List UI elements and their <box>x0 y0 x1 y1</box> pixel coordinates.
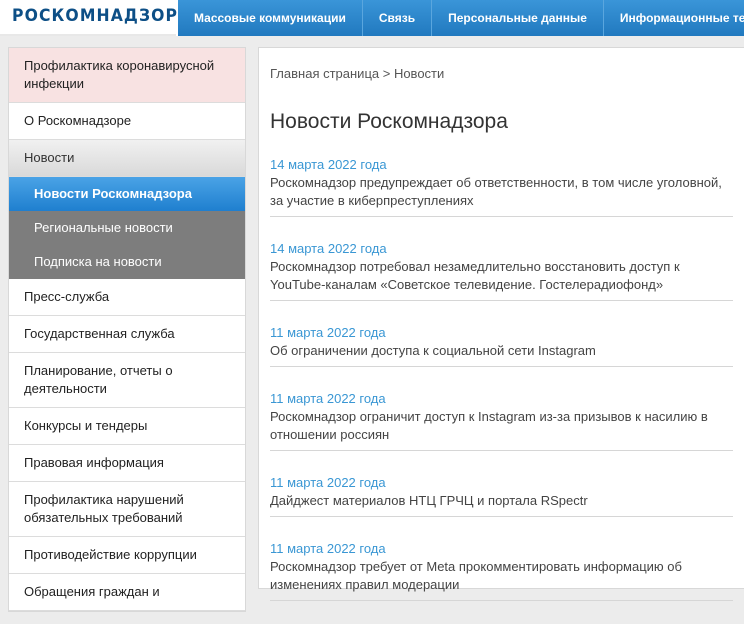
sidebar-subitem-regional-news[interactable]: Региональные новости <box>9 211 245 245</box>
news-item: 11 марта 2022 года Роскомнадзор ограничи… <box>270 390 733 451</box>
sidebar-item-news[interactable]: Новости <box>9 140 245 177</box>
news-date[interactable]: 11 марта 2022 года <box>270 474 733 492</box>
nav-information-technologies[interactable]: Информационные тех <box>603 0 744 36</box>
news-item: 11 марта 2022 года Роскомнадзор требует … <box>270 540 733 601</box>
nav-mass-communications[interactable]: Массовые коммуникации <box>178 0 363 36</box>
sidebar-item-anticorruption[interactable]: Противодействие коррупции <box>9 537 245 574</box>
news-item: 11 марта 2022 года Об ограничении доступ… <box>270 324 733 367</box>
sidebar-submenu-news: Новости Роскомнадзора Региональные новос… <box>9 177 245 279</box>
breadcrumb[interactable]: Главная страница > Новости <box>270 66 444 81</box>
sidebar-item-appeals[interactable]: Обращения граждан и <box>9 574 245 611</box>
news-date[interactable]: 14 марта 2022 года <box>270 240 733 258</box>
news-date[interactable]: 14 марта 2022 года <box>270 156 733 174</box>
main-content: Главная страница > Новости Новости Роско… <box>258 47 744 601</box>
news-title[interactable]: Роскомнадзор требует от Meta прокомменти… <box>270 558 733 594</box>
sidebar-item-coronavirus[interactable]: Профилактика коронавирусной инфекции <box>9 48 245 103</box>
news-item: 14 марта 2022 года Роскомнадзор потребов… <box>270 240 733 301</box>
sidebar-item-about[interactable]: О Роскомнадзоре <box>9 103 245 140</box>
sidebar-item-prevention[interactable]: Профилактика нарушений обязательных треб… <box>9 482 245 537</box>
sidebar-item-legal[interactable]: Правовая информация <box>9 445 245 482</box>
top-header: РОСКОМНАДЗОР Массовые коммуникации Связь… <box>0 0 744 36</box>
news-title[interactable]: Об ограничении доступа к социальной сети… <box>270 342 733 360</box>
sidebar-item-tenders[interactable]: Конкурсы и тендеры <box>9 408 245 445</box>
news-list: 14 марта 2022 года Роскомнадзор предупре… <box>270 156 733 624</box>
sidebar-item-planning[interactable]: Планирование, отчеты о деятельности <box>9 353 245 408</box>
news-title[interactable]: Роскомнадзор предупреждает об ответствен… <box>270 174 733 210</box>
page-title: Новости Роскомнадзора <box>270 110 508 133</box>
news-title[interactable]: Роскомнадзор потребовал незамедлительно … <box>270 258 733 294</box>
news-date[interactable]: 11 марта 2022 года <box>270 540 733 558</box>
sidebar-subitem-subscribe[interactable]: Подписка на новости <box>9 245 245 279</box>
news-title[interactable]: Дайджест материалов НТЦ ГРЧЦ и портала R… <box>270 492 733 510</box>
news-date[interactable]: 11 марта 2022 года <box>270 390 733 408</box>
news-item: 14 марта 2022 года Роскомнадзор предупре… <box>270 156 733 217</box>
nav-personal-data[interactable]: Персональные данные <box>432 0 604 36</box>
sidebar: Профилактика коронавирусной инфекции О Р… <box>8 47 246 612</box>
nav-communications[interactable]: Связь <box>362 0 433 36</box>
sidebar-subitem-rkn-news[interactable]: Новости Роскомнадзора <box>9 177 245 211</box>
news-date[interactable]: 11 марта 2022 года <box>270 324 733 342</box>
news-title[interactable]: Роскомнадзор ограничит доступ к Instagra… <box>270 408 733 444</box>
sidebar-item-press[interactable]: Пресс-служба <box>9 279 245 316</box>
logo-divider <box>0 34 176 36</box>
main-nav: Массовые коммуникации Связь Персональные… <box>178 0 744 36</box>
site-logo[interactable]: РОСКОМНАДЗОР <box>12 6 178 26</box>
sidebar-item-civil-service[interactable]: Государственная служба <box>9 316 245 353</box>
news-item: 11 марта 2022 года Дайджест материалов Н… <box>270 474 733 517</box>
